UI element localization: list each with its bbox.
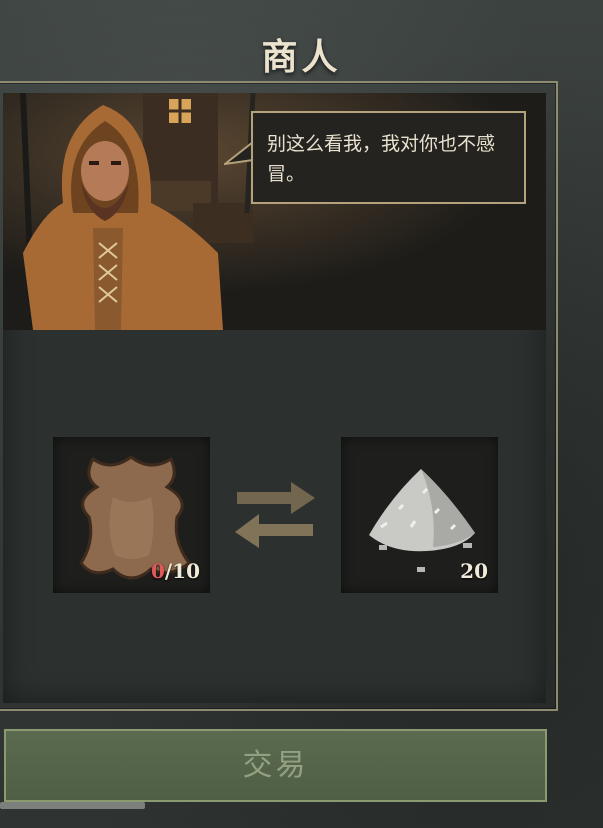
speech-bubble: 别这么看我，我对你也不感冒。 [251, 111, 526, 204]
trade-button[interactable]: 交易 [4, 729, 547, 802]
exchange-arrows-icon [235, 482, 315, 548]
required-count: /10 [164, 559, 200, 583]
merchant-dialogue: 别这么看我，我对你也不感冒。 [267, 133, 496, 185]
receive-count: 20 [460, 559, 488, 583]
receive-item-slot[interactable]: 20 [341, 437, 498, 593]
give-item-slot[interactable]: 0/10 [53, 437, 210, 593]
give-count: 0/10 [151, 559, 200, 583]
owned-count: 0 [150, 559, 165, 583]
page-title: 商人 [261, 36, 342, 78]
scrollbar[interactable] [0, 802, 145, 809]
speech-tail [224, 140, 254, 166]
